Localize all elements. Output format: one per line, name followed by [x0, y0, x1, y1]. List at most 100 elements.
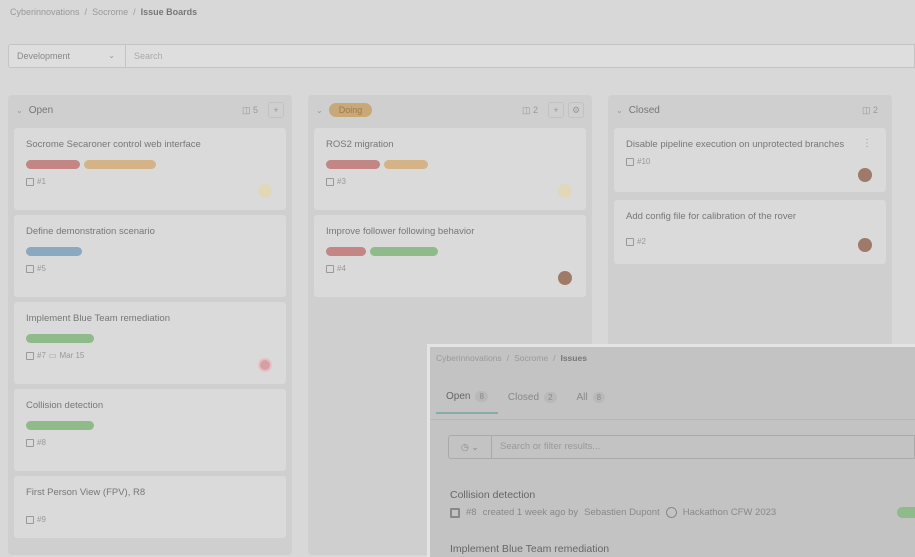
column-title: Closed — [628, 104, 660, 116]
breadcrumb-current: Issue Boards — [140, 7, 198, 17]
card-title[interactable]: ROS2 migration — [326, 138, 574, 151]
card-title[interactable]: Socrome Secaroner control web interface — [26, 138, 274, 151]
label-green[interactable] — [26, 334, 94, 343]
card-title[interactable]: Add config file for calibration of the r… — [626, 210, 874, 223]
author-link[interactable]: Sebastien Dupont — [584, 507, 660, 518]
avatar[interactable] — [258, 358, 272, 372]
label-green[interactable] — [897, 507, 915, 518]
add-issue-button[interactable]: + — [268, 102, 284, 118]
issue-number: #4 — [337, 264, 346, 273]
task-checkbox-icon — [450, 507, 460, 518]
board-selector[interactable]: Development ⌄ — [8, 44, 126, 68]
breadcrumb-project[interactable]: Socrome — [514, 353, 548, 363]
breadcrumb-group[interactable]: Cyberinnovations — [436, 353, 502, 363]
issue-card[interactable]: Add config file for calibration of the r… — [614, 200, 886, 264]
avatar[interactable] — [558, 271, 572, 285]
due-date: Mar 15 — [59, 351, 85, 360]
card-title[interactable]: Implement Blue Team remediation — [26, 312, 274, 325]
chevron-down-icon: ⌄ — [108, 51, 115, 60]
count-badge: 8 — [475, 391, 488, 402]
issue-title-link[interactable]: Implement Blue Team remediation — [450, 543, 609, 555]
column-title: Open — [28, 104, 54, 116]
issue-card[interactable]: First Person View (FPV), R8 #9 — [14, 476, 286, 538]
gear-icon[interactable]: ⚙ — [568, 102, 584, 118]
breadcrumb-current: Issues — [560, 353, 587, 363]
card-title[interactable]: First Person View (FPV), R8 — [26, 486, 274, 499]
issue-card[interactable]: Disable pipeline execution on unprotecte… — [614, 128, 886, 192]
more-options-icon[interactable]: ⋮ — [862, 138, 872, 149]
card-title[interactable]: Collision detection — [26, 399, 274, 412]
issue-icon — [26, 515, 34, 524]
breadcrumb-group[interactable]: Cyberinnovations — [10, 7, 80, 17]
issue-icon — [26, 351, 34, 360]
card-labels — [26, 160, 274, 169]
card-meta: #3 — [326, 177, 574, 186]
label-orange[interactable] — [84, 160, 156, 169]
column-header: ⌄ Open ◫ 5 + — [8, 95, 292, 125]
board-search-input[interactable]: Search — [126, 44, 915, 68]
issue-number: #5 — [37, 264, 46, 273]
issue-card[interactable]: Improve follower following behavior #4 — [314, 215, 586, 297]
issue-number: #2 — [637, 237, 646, 246]
column-title: Doing — [328, 102, 522, 117]
history-icon[interactable]: ◷ ⌄ — [448, 435, 492, 459]
label-red[interactable] — [26, 160, 80, 169]
milestone-link[interactable]: Hackathon CFW 2023 — [683, 507, 776, 518]
issue-number: #1 — [37, 177, 46, 186]
issue-icon — [626, 157, 634, 166]
issue-card[interactable]: ROS2 migration #3 — [314, 128, 586, 210]
card-title[interactable]: Disable pipeline execution on unprotecte… — [626, 138, 846, 151]
issue-card[interactable]: Define demonstration scenario #5 — [14, 215, 286, 297]
overlay-filter-bar: ◷ ⌄ Search or filter results... — [448, 435, 915, 461]
avatar[interactable] — [558, 184, 572, 198]
issue-icon — [626, 237, 634, 246]
label-red[interactable] — [326, 160, 380, 169]
card-meta: #9 — [26, 515, 274, 524]
label-red[interactable] — [326, 247, 366, 256]
add-issue-button[interactable]: + — [548, 102, 564, 118]
card-labels — [26, 421, 274, 430]
breadcrumb: Cyberinnovations / Socrome / Issue Board… — [10, 7, 198, 17]
avatar[interactable] — [258, 184, 272, 198]
card-labels — [326, 160, 574, 169]
breadcrumb-project[interactable]: Socrome — [92, 7, 128, 17]
issue-icon — [326, 264, 334, 273]
issue-number: #8 — [466, 507, 477, 518]
column-label-pill[interactable]: Doing — [328, 102, 373, 117]
search-input[interactable]: Search or filter results... — [492, 435, 915, 459]
collapse-caret-icon[interactable]: ⌄ — [16, 106, 23, 115]
card-meta: #8 — [26, 438, 274, 447]
collapse-caret-icon[interactable]: ⌄ — [316, 106, 323, 115]
tab-closed[interactable]: Closed 2 — [498, 387, 567, 414]
clock-icon — [665, 507, 677, 518]
issue-number: #8 — [37, 438, 46, 447]
card-meta: #2 — [626, 237, 874, 246]
avatar[interactable] — [858, 238, 872, 252]
card-title[interactable]: Define demonstration scenario — [26, 225, 274, 238]
card-meta: #7 ▭ Mar 15 — [26, 351, 274, 360]
card-labels — [326, 247, 574, 256]
issue-count: ◫ 5 — [241, 104, 258, 115]
tab-open[interactable]: Open 8 — [436, 387, 498, 414]
card-title[interactable]: Improve follower following behavior — [326, 225, 574, 238]
label-blue[interactable] — [26, 247, 82, 256]
issue-card[interactable]: Socrome Secaroner control web interface … — [14, 128, 286, 210]
board-selector-value: Development — [17, 51, 71, 61]
issue-count: ◫ 2 — [861, 104, 878, 115]
tabs-divider — [430, 419, 915, 420]
tab-all[interactable]: All 8 — [567, 387, 616, 414]
collapse-caret-icon[interactable]: ⌄ — [616, 106, 623, 115]
issue-number: #7 — [37, 351, 46, 360]
column-header: ⌄ Closed ◫ 2 — [608, 95, 892, 125]
label-orange[interactable] — [384, 160, 428, 169]
issue-icon — [326, 177, 334, 186]
created-text: created 1 week ago by — [482, 507, 579, 518]
issue-state-tabs: Open 8 Closed 2 All 8 — [436, 387, 615, 414]
avatar[interactable] — [858, 168, 872, 182]
issue-card[interactable]: Implement Blue Team remediation #7 ▭ Mar… — [14, 302, 286, 384]
label-green[interactable] — [370, 247, 438, 256]
card-meta: #4 — [326, 264, 574, 273]
issue-title-link[interactable]: Collision detection — [450, 489, 535, 501]
label-green[interactable] — [26, 421, 94, 430]
issue-card[interactable]: Collision detection #8 — [14, 389, 286, 471]
